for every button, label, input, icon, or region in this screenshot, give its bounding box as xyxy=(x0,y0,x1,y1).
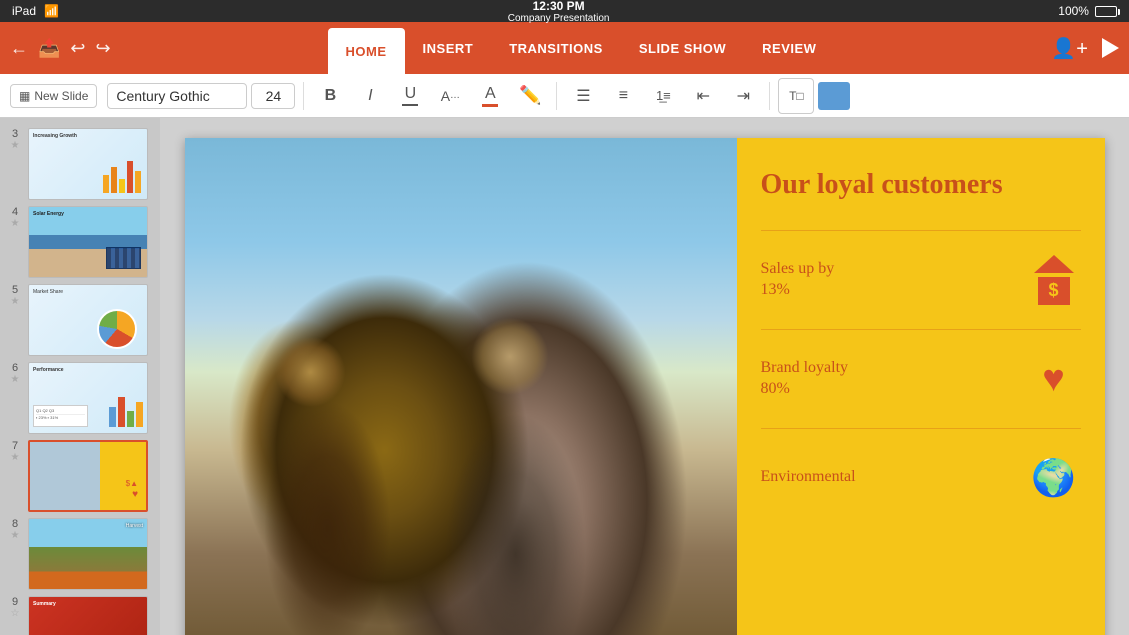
battery-percent: 100% xyxy=(1058,4,1089,18)
status-center: 12:30 PM Company Presentation xyxy=(508,0,610,24)
redo-button[interactable]: ↪ xyxy=(96,38,111,59)
slide-item-4[interactable]: 4 ★ Solar Energy xyxy=(4,204,156,280)
text-highlight-button[interactable]: ✏️ xyxy=(512,78,548,114)
align-button[interactable]: ☰ xyxy=(565,78,601,114)
active-slide: Our loyal customers Sales up by13% $ xyxy=(185,138,1105,635)
tab-review[interactable]: REVIEW xyxy=(744,22,834,74)
toolbar-right: 👤+ xyxy=(1051,36,1119,61)
tab-slideshow[interactable]: SLIDE SHOW xyxy=(621,22,744,74)
add-person-button[interactable]: 👤+ xyxy=(1051,36,1088,61)
numbered-list-button[interactable]: 1̲≡ xyxy=(645,78,681,114)
globe-icon: 🌍 xyxy=(1027,451,1081,505)
slide-thumbnail-3: Increasing Growth xyxy=(28,128,148,200)
slide-thumbnail-6: Performance Q1 Q2 Q3 ▪ 23% ▪ 31% xyxy=(28,362,148,434)
canvas-area: Our loyal customers Sales up by13% $ xyxy=(160,118,1129,635)
stat-text-environmental: Environmental xyxy=(761,467,856,488)
slide-star-5: ★ xyxy=(11,296,20,307)
italic-button[interactable]: I xyxy=(352,78,388,114)
mini-chart-bars-3 xyxy=(103,161,141,193)
new-slide-button[interactable]: ▦ New Slide xyxy=(10,84,97,108)
bold-button[interactable]: B xyxy=(312,78,348,114)
slide-number-5: 5 xyxy=(12,284,18,296)
divider-3 xyxy=(761,428,1081,429)
stat-row-loyalty: Brand loyalty80% ♥ xyxy=(761,352,1081,406)
slide-number-4: 4 xyxy=(12,206,18,218)
slide-number-3: 3 xyxy=(12,128,18,140)
slide-thumbnail-7: ♥ $▲ xyxy=(28,440,148,512)
new-slide-icon: ▦ xyxy=(19,89,30,103)
slide-item-8[interactable]: 8 ★ Harvest xyxy=(4,516,156,592)
underline-button[interactable]: U xyxy=(392,78,428,114)
wifi-icon: 📶 xyxy=(44,4,59,18)
slide-number-8: 8 xyxy=(12,518,18,530)
heart-icon: ♥ xyxy=(1027,352,1081,406)
slide-star-4: ★ xyxy=(11,218,20,229)
status-bar: iPad 📶 12:30 PM Company Presentation 100… xyxy=(0,0,1129,22)
font-options-button[interactable]: A… xyxy=(432,78,468,114)
shape-button[interactable] xyxy=(818,82,850,110)
undo-button[interactable]: ↩ xyxy=(70,38,85,59)
tab-home[interactable]: HOME xyxy=(328,28,405,74)
upload-icon[interactable]: 📤 xyxy=(38,38,60,59)
battery-icon xyxy=(1095,6,1117,17)
font-color-button[interactable]: A xyxy=(472,78,508,114)
tab-transitions[interactable]: TRANSITIONS xyxy=(491,22,621,74)
slide-title: Our loyal customers xyxy=(761,168,1081,202)
slide-star-3: ★ xyxy=(11,140,20,151)
separator-2 xyxy=(556,82,557,110)
slide-item-9[interactable]: 9 ☆ Summary xyxy=(4,594,156,635)
tab-bar: HOME INSERT TRANSITIONS SLIDE SHOW REVIE… xyxy=(119,22,1044,74)
slide-photo xyxy=(185,138,755,635)
slide-star-7: ★ xyxy=(11,452,20,463)
tab-insert[interactable]: INSERT xyxy=(405,22,492,74)
toolbar-left: ← 📤 ↩ ↪ xyxy=(10,38,111,59)
slide-number-6: 6 xyxy=(12,362,18,374)
stat-text-sales: Sales up by13% xyxy=(761,259,835,301)
status-right: 100% xyxy=(1058,4,1117,18)
slide-number-9: 9 xyxy=(12,596,18,608)
dollar-house-icon: $ xyxy=(1027,253,1081,307)
divider-1 xyxy=(761,230,1081,231)
increase-indent-button[interactable]: ⇥ xyxy=(725,78,761,114)
slide-thumbnail-4: Solar Energy xyxy=(28,206,148,278)
slide-yellow-panel: Our loyal customers Sales up by13% $ xyxy=(737,138,1105,635)
format-bar: ▦ New Slide Century Gothic 24 B I U A… A… xyxy=(0,74,1129,118)
slide-thumbnail-5: Market Share xyxy=(28,284,148,356)
slide-panel: 3 ★ Increasing Growth 4 ★ Sol xyxy=(0,118,160,635)
slide-star-9: ☆ xyxy=(11,608,20,619)
decrease-indent-button[interactable]: ⇤ xyxy=(685,78,721,114)
main-toolbar: ← 📤 ↩ ↪ HOME INSERT TRANSITIONS SLIDE SH… xyxy=(0,22,1129,74)
back-button[interactable]: ← xyxy=(10,38,28,59)
slide-item-3[interactable]: 3 ★ Increasing Growth xyxy=(4,126,156,202)
play-button[interactable] xyxy=(1102,38,1119,58)
font-size-field[interactable]: 24 xyxy=(251,83,295,109)
slide-thumbnail-8: Harvest xyxy=(28,518,148,590)
slide-star-6: ★ xyxy=(11,374,20,385)
stat-row-sales: Sales up by13% $ xyxy=(761,253,1081,307)
device-label: iPad xyxy=(12,4,36,18)
main-area: 3 ★ Increasing Growth 4 ★ Sol xyxy=(0,118,1129,635)
slide-item-6[interactable]: 6 ★ Performance Q1 Q2 Q3 ▪ 23% ▪ 31% xyxy=(4,360,156,436)
slide-number-7: 7 xyxy=(12,440,18,452)
stat-text-loyalty: Brand loyalty80% xyxy=(761,358,849,400)
slide-star-8: ★ xyxy=(11,530,20,541)
slide-item-7[interactable]: 7 ★ ♥ $▲ xyxy=(4,438,156,514)
clock: 12:30 PM xyxy=(533,0,585,13)
new-slide-label: New Slide xyxy=(34,89,88,103)
divider-2 xyxy=(761,329,1081,330)
slide-thumbnail-9: Summary xyxy=(28,596,148,635)
slide-item-5[interactable]: 5 ★ Market Share xyxy=(4,282,156,358)
text-box-button[interactable]: T□ xyxy=(778,78,814,114)
font-name-field[interactable]: Century Gothic xyxy=(107,83,247,109)
separator-1 xyxy=(303,82,304,110)
stat-row-environmental: Environmental 🌍 xyxy=(761,451,1081,505)
bullet-list-button[interactable]: ≡ xyxy=(605,78,641,114)
status-left: iPad 📶 xyxy=(12,4,59,18)
separator-3 xyxy=(769,82,770,110)
